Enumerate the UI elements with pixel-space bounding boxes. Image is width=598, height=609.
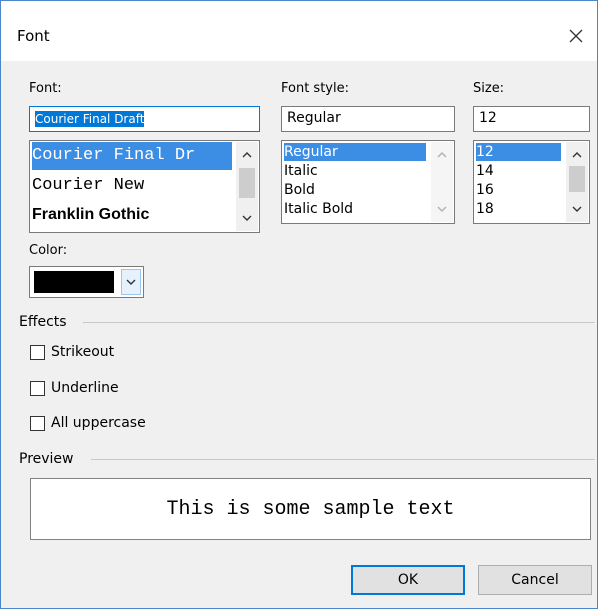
all-uppercase-label: All uppercase <box>51 415 146 431</box>
scroll-thumb[interactable] <box>239 168 255 198</box>
font-name-value: Courier Final Draft <box>35 111 145 127</box>
size-scrollbar[interactable] <box>566 142 588 222</box>
chevron-up-icon[interactable] <box>431 146 453 164</box>
close-icon <box>569 29 583 43</box>
cancel-button[interactable]: Cancel <box>478 565 592 595</box>
chevron-up-icon[interactable] <box>236 146 258 164</box>
preview-group-label: Preview <box>19 451 74 467</box>
effects-group-label: Effects <box>19 314 67 330</box>
size-listbox[interactable]: 12 14 16 18 <box>473 140 590 224</box>
font-style-value: Regular <box>287 110 341 126</box>
size-input[interactable]: 12 <box>473 106 590 132</box>
chevron-down-icon[interactable] <box>431 200 453 218</box>
all-uppercase-checkbox[interactable] <box>30 416 45 431</box>
font-name-input[interactable]: Courier Final Draft <box>29 106 260 132</box>
font-style-scrollbar[interactable] <box>431 142 453 222</box>
color-dropdown-button[interactable] <box>121 269 141 295</box>
size-label: Size: <box>473 81 505 96</box>
font-style-list-item[interactable]: Regular <box>284 143 426 161</box>
color-swatch <box>34 271 114 293</box>
chevron-down-icon[interactable] <box>236 209 258 227</box>
font-style-label: Font style: <box>281 81 349 96</box>
effects-divider <box>83 322 595 323</box>
font-listbox[interactable]: Courier Final Dr Courier New Franklin Go… <box>29 140 260 233</box>
close-button[interactable] <box>561 21 591 51</box>
size-list-item[interactable]: 18 <box>476 200 494 218</box>
color-label: Color: <box>29 243 68 258</box>
strikeout-label: Strikeout <box>51 344 115 360</box>
font-dialog: Font Font: Courier Final Draft Courier F… <box>0 0 598 609</box>
preview-box: This is some sample text <box>30 478 591 540</box>
ok-button[interactable]: OK <box>351 565 465 595</box>
font-scrollbar[interactable] <box>236 142 258 231</box>
font-list-item[interactable]: Courier Final Dr <box>32 142 232 170</box>
font-list-item[interactable]: Courier New <box>32 172 144 200</box>
preview-divider <box>91 459 595 460</box>
font-style-input[interactable]: Regular <box>281 106 455 132</box>
font-style-list-item[interactable]: Bold <box>284 181 315 199</box>
size-list-item[interactable]: 14 <box>476 162 494 180</box>
font-style-listbox[interactable]: Regular Italic Bold Italic Bold <box>281 140 455 224</box>
size-list-item[interactable]: 16 <box>476 181 494 199</box>
chevron-up-icon[interactable] <box>566 146 588 164</box>
strikeout-checkbox[interactable] <box>30 345 45 360</box>
dialog-title: Font <box>17 27 50 45</box>
scroll-thumb[interactable] <box>569 166 585 192</box>
preview-text: This is some sample text <box>166 497 455 521</box>
font-style-list-item[interactable]: Italic Bold <box>284 200 353 218</box>
size-value: 12 <box>479 110 497 126</box>
font-list-item[interactable]: Franklin Gothic <box>32 201 149 229</box>
size-list-item[interactable]: 12 <box>476 143 561 161</box>
font-label: Font: <box>29 81 62 96</box>
underline-checkbox[interactable] <box>30 381 45 396</box>
font-style-list-item[interactable]: Italic <box>284 162 318 180</box>
title-bar: Font <box>1 1 597 61</box>
chevron-down-icon <box>126 279 136 285</box>
color-picker[interactable] <box>29 266 144 298</box>
chevron-down-icon[interactable] <box>566 200 588 218</box>
underline-label: Underline <box>51 380 119 396</box>
